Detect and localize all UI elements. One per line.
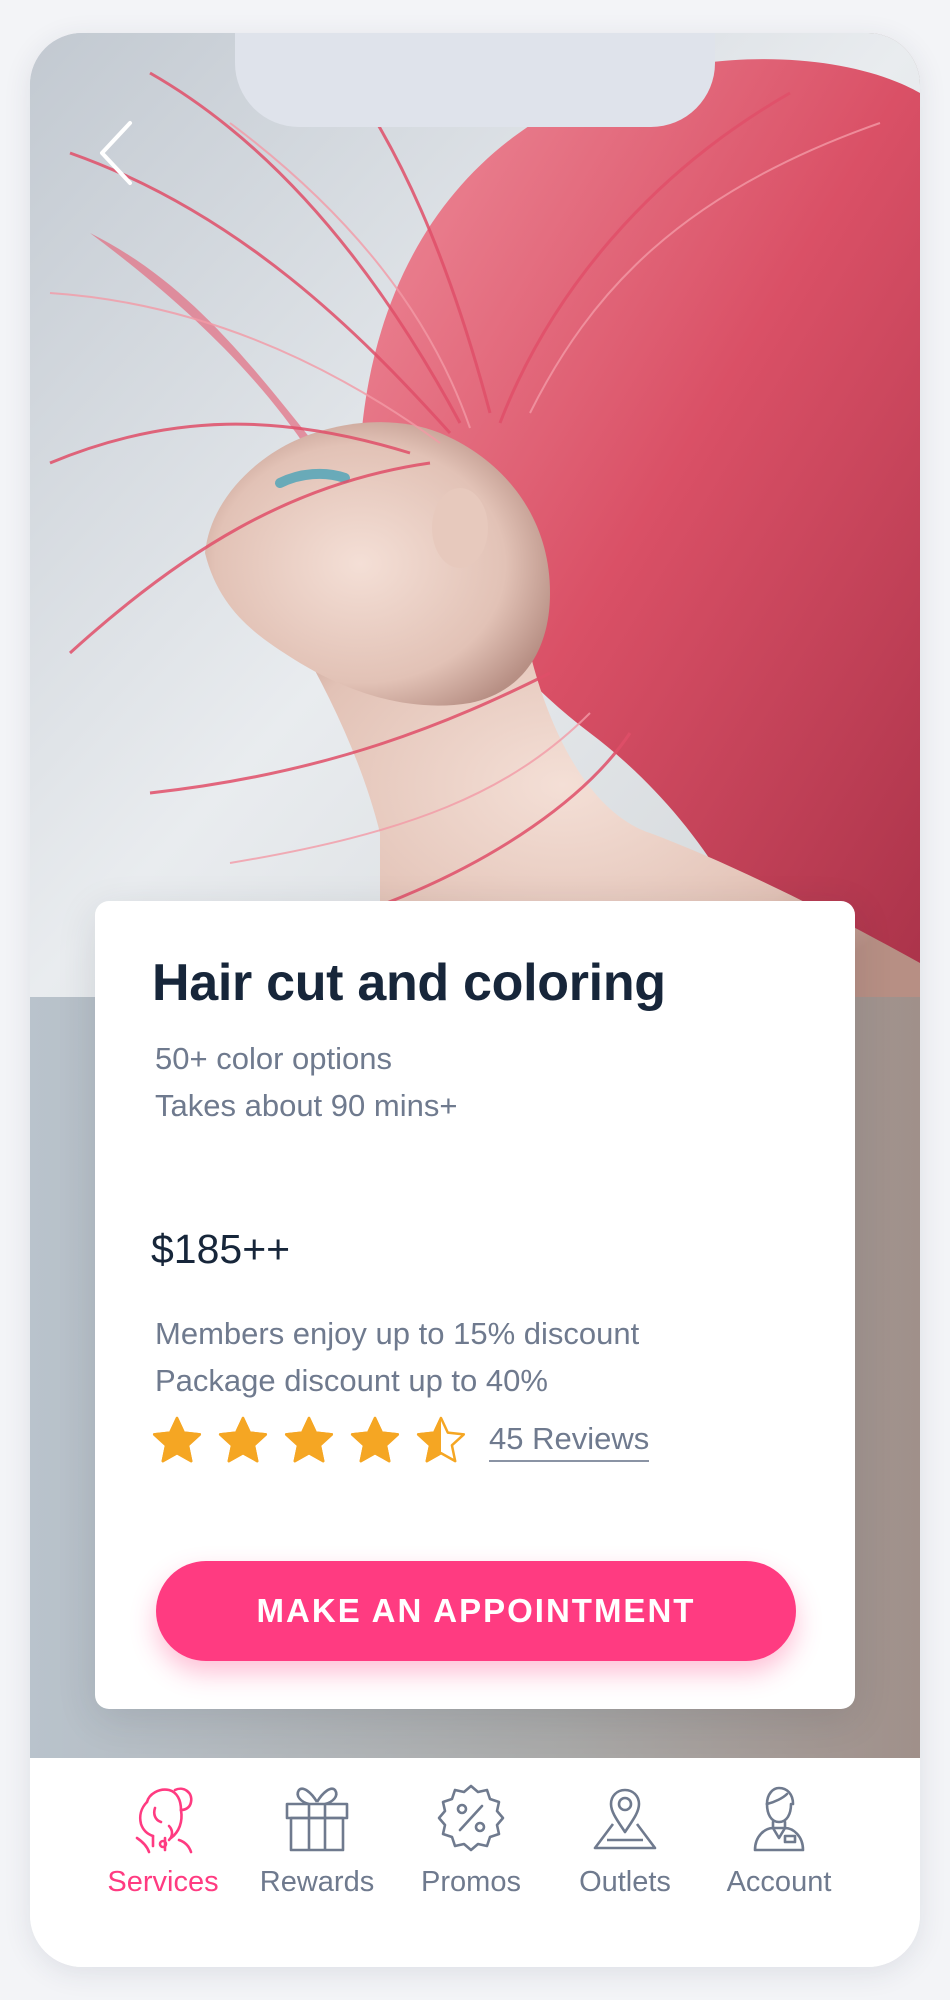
user-icon	[753, 1786, 805, 1852]
tab-label-rewards: Rewards	[259, 1866, 375, 1898]
tab-label-outlets: Outlets	[579, 1866, 671, 1898]
back-button[interactable]	[90, 113, 150, 193]
tab-services[interactable]: Services	[88, 1780, 238, 1910]
rating-row: 45 Reviews	[151, 1411, 650, 1471]
make-appointment-button[interactable]: MAKE AN APPOINTMENT	[156, 1561, 796, 1661]
service-card: Hair cut and coloring 50+ color options …	[95, 901, 855, 1709]
package-discount-text: Package discount up to 40%	[155, 1363, 548, 1398]
service-detail-duration: Takes about 90 mins+	[155, 1088, 458, 1123]
tab-rewards[interactable]: Rewards	[242, 1780, 392, 1910]
device-notch	[235, 33, 715, 127]
star-rating	[151, 1415, 467, 1467]
tab-label-services: Services	[107, 1866, 219, 1898]
service-title: Hair cut and coloring	[152, 954, 666, 1012]
percent-badge-icon	[437, 1784, 505, 1852]
star-full-icon	[218, 1416, 268, 1463]
bottom-tab-bar: Services Rewards Promos Outlets Account	[30, 1758, 920, 1967]
service-price: $185++	[151, 1226, 291, 1272]
tab-label-promos: Promos	[421, 1866, 521, 1898]
reviews-link[interactable]: 45 Reviews	[489, 1421, 650, 1462]
map-pin-icon	[593, 1788, 657, 1850]
hair-model-photo	[30, 33, 920, 997]
phone-frame: Hair cut and coloring 50+ color options …	[30, 33, 920, 1967]
tab-account[interactable]: Account	[704, 1780, 854, 1910]
hairstyle-icon	[135, 1787, 193, 1854]
service-detail-colors: 50+ color options	[155, 1041, 392, 1076]
member-discount-text: Members enjoy up to 15% discount	[155, 1316, 640, 1351]
star-half-icon	[416, 1416, 466, 1463]
chevron-left-icon	[100, 121, 132, 185]
star-full-icon	[152, 1416, 202, 1463]
gift-icon	[285, 1787, 349, 1852]
star-full-icon	[284, 1416, 334, 1463]
tab-label-account: Account	[726, 1866, 832, 1898]
tab-outlets[interactable]: Outlets	[550, 1780, 700, 1910]
tab-promos[interactable]: Promos	[396, 1780, 546, 1910]
star-full-icon	[350, 1416, 400, 1463]
